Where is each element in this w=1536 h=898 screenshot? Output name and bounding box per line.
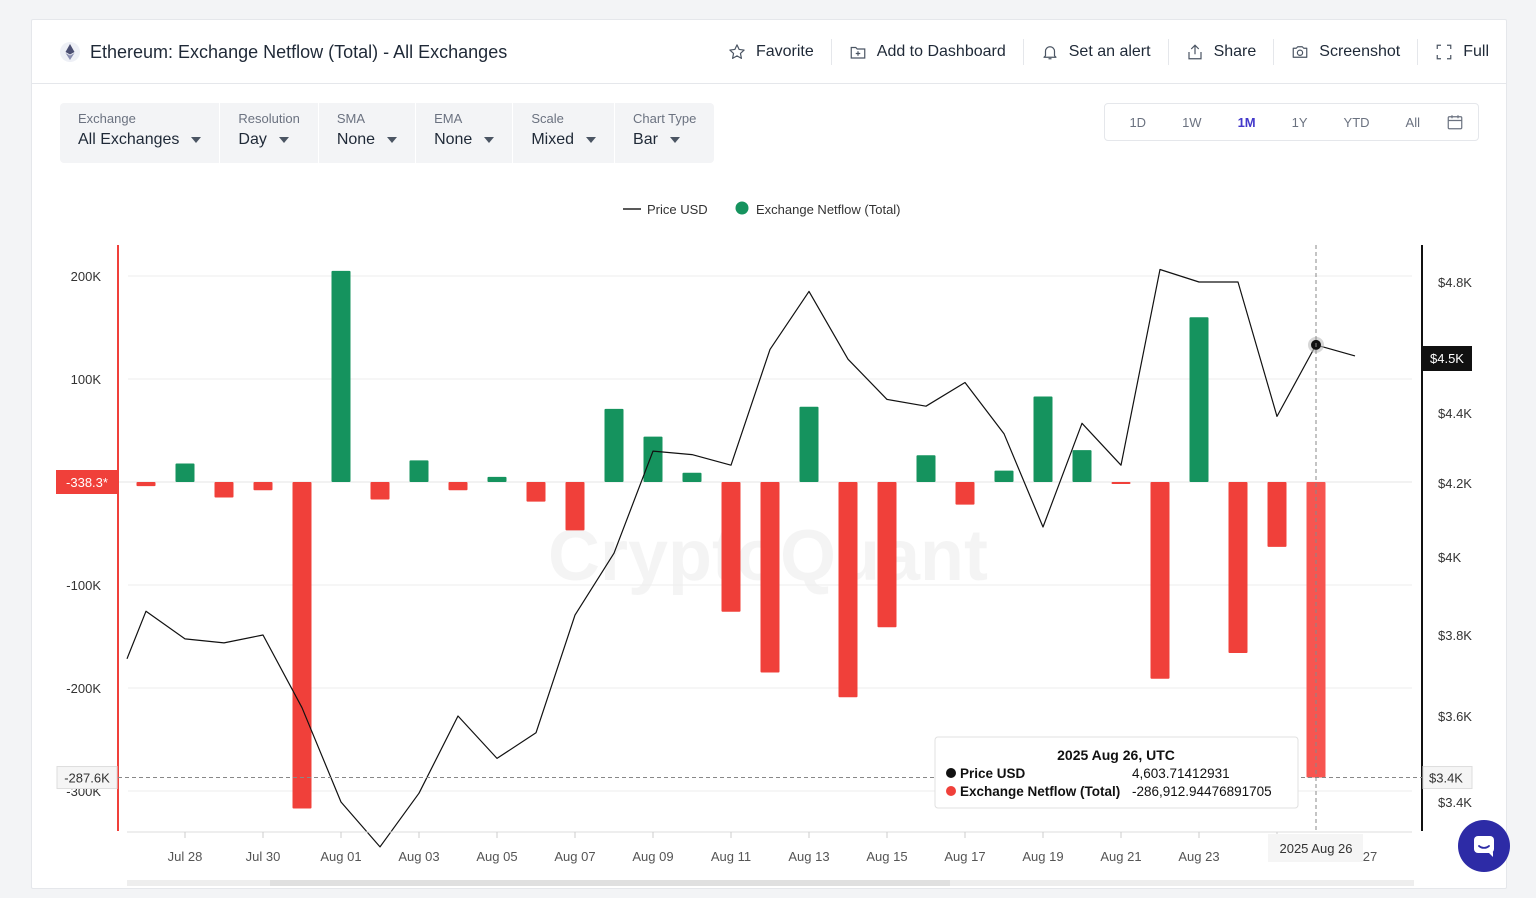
netflow-bar bbox=[565, 482, 585, 531]
netflow-bar bbox=[721, 482, 741, 612]
price-marker-label: $4.5K bbox=[1430, 351, 1464, 366]
x-tick-label: Aug 05 bbox=[476, 849, 517, 864]
y-right-tick-label: $4.8K bbox=[1438, 275, 1472, 290]
netflow-bar bbox=[331, 270, 351, 482]
netflow-bar bbox=[760, 482, 780, 673]
y-right-tick-label: $3.8K bbox=[1438, 628, 1472, 643]
netflow-bar bbox=[799, 406, 819, 482]
netflow-bar bbox=[1267, 482, 1287, 547]
netflow-bar bbox=[487, 476, 507, 482]
x-tick-label: Aug 21 bbox=[1100, 849, 1141, 864]
chat-support-button[interactable] bbox=[1458, 820, 1510, 872]
x-tick-label: Aug 23 bbox=[1178, 849, 1219, 864]
netflow-bar bbox=[1033, 396, 1053, 482]
legend-dot-swatch bbox=[735, 201, 749, 215]
cursor-x-label: 2025 Aug 26 bbox=[1279, 841, 1352, 856]
y-left-tick-label: -100K bbox=[66, 578, 101, 593]
y-right-tick-label: $3.6K bbox=[1438, 709, 1472, 724]
x-tick-label: Jul 28 bbox=[168, 849, 203, 864]
y-left-tick-label: 100K bbox=[71, 372, 102, 387]
netflow-bar bbox=[292, 482, 312, 809]
netflow-bar bbox=[955, 482, 975, 505]
y-left-tick-label: 200K bbox=[71, 269, 102, 284]
tooltip-price-label: Price USD bbox=[960, 766, 1026, 781]
y-right-tick-label: $4K bbox=[1438, 550, 1461, 565]
chat-icon bbox=[1474, 836, 1494, 857]
tooltip-netflow-dot bbox=[946, 786, 956, 796]
netflow-bar bbox=[604, 408, 624, 482]
x-tick-label: Aug 17 bbox=[944, 849, 985, 864]
tooltip-netflow-label: Exchange Netflow (Total) bbox=[960, 784, 1120, 799]
x-tick-label: Aug 07 bbox=[554, 849, 595, 864]
x-tick-label: Aug 13 bbox=[788, 849, 829, 864]
y-left-tick-label: -200K bbox=[66, 681, 101, 696]
x-tick-label: Jul 30 bbox=[246, 849, 281, 864]
y-right-tick-label: $4.2K bbox=[1438, 476, 1472, 491]
cursor-right-label: $3.4K bbox=[1429, 771, 1463, 786]
y-right-tick-label: $4.4K bbox=[1438, 406, 1472, 421]
netflow-bar bbox=[682, 472, 702, 482]
netflow-bar bbox=[1072, 450, 1092, 482]
x-tick-label: Aug 03 bbox=[398, 849, 439, 864]
tooltip-price-dot bbox=[946, 768, 956, 778]
netflow-bar bbox=[1111, 482, 1131, 485]
netflow-bar bbox=[1189, 317, 1209, 482]
netflow-bar bbox=[877, 482, 897, 628]
cursor-left-label: -287.6K bbox=[64, 771, 110, 786]
x-tick-label: Aug 15 bbox=[866, 849, 907, 864]
legend-label-price: Price USD bbox=[647, 202, 708, 217]
x-tick-label: Aug 11 bbox=[711, 849, 751, 864]
netflow-bar bbox=[175, 463, 195, 482]
netflow-bar bbox=[838, 482, 858, 698]
legend-label-netflow: Exchange Netflow (Total) bbox=[756, 202, 901, 217]
zero-marker-label: -338.3* bbox=[66, 475, 108, 490]
netflow-bar bbox=[916, 455, 936, 482]
netflow-bar bbox=[1150, 482, 1170, 679]
netflow-bar bbox=[448, 482, 468, 491]
netflow-bar bbox=[136, 482, 156, 487]
netflow-bar bbox=[643, 436, 663, 482]
y-right-tick-label: $3.4K bbox=[1438, 795, 1472, 810]
x-tick-label: Aug 01 bbox=[320, 849, 361, 864]
tooltip-netflow-value: -286,912.94476891705 bbox=[1132, 784, 1272, 799]
netflow-bar bbox=[409, 460, 429, 482]
scrollbar-thumb bbox=[270, 880, 950, 886]
netflow-chart: CryptoQuant Price USDExchange Netflow (T… bbox=[56, 201, 1473, 886]
netflow-bar bbox=[1228, 482, 1248, 653]
netflow-bar bbox=[994, 470, 1014, 482]
x-tick-label: Aug 09 bbox=[632, 849, 673, 864]
netflow-bar bbox=[370, 482, 390, 500]
x-tick-label: 27 bbox=[1363, 849, 1377, 864]
netflow-bar bbox=[253, 482, 273, 491]
tooltip-date: 2025 Aug 26, UTC bbox=[1057, 747, 1175, 763]
x-tick-label: Aug 19 bbox=[1022, 849, 1063, 864]
netflow-bar bbox=[214, 482, 234, 498]
netflow-bar bbox=[526, 482, 546, 502]
tooltip-price-value: 4,603.71412931 bbox=[1132, 766, 1230, 781]
